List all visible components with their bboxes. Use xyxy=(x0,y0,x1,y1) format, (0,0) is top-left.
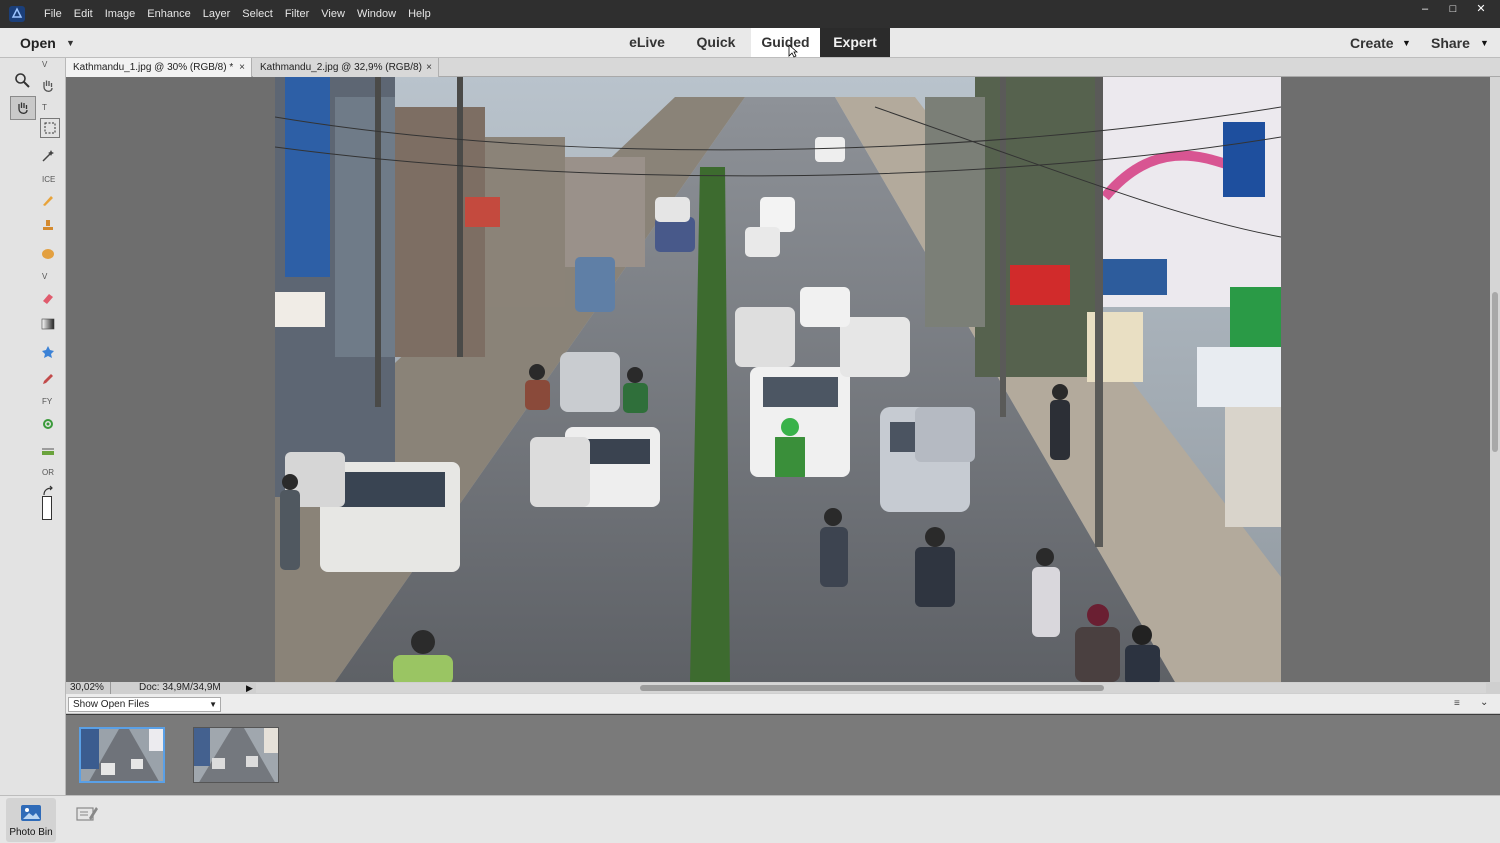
photo-bin-label: Photo Bin xyxy=(9,827,53,838)
magic-wand-tool-icon[interactable] xyxy=(38,146,58,166)
tab-elive[interactable]: eLive xyxy=(620,28,674,57)
section-label-view: V xyxy=(42,60,48,69)
menu-file[interactable]: File xyxy=(38,8,68,20)
document-tab-kathmandu-2[interactable]: Kathmandu_2.jpg @ 32,9% (RGB/8) × xyxy=(253,58,439,77)
recompose-tool-icon[interactable] xyxy=(38,414,58,434)
photo-bin-header: Show Open Files ▼ ≡ ⌄ xyxy=(66,694,1500,714)
marquee-tool-icon[interactable] xyxy=(40,118,60,138)
section-label-modify: FY xyxy=(42,397,53,406)
tool-options-icon[interactable] xyxy=(76,804,98,829)
foreground-color-swatch[interactable] xyxy=(42,496,52,520)
tab-expert[interactable]: Expert xyxy=(820,28,890,57)
brush-tool-icon[interactable] xyxy=(38,190,58,210)
straighten-tool-icon[interactable] xyxy=(38,440,58,460)
clone-stamp-tool-icon[interactable] xyxy=(38,216,58,236)
collapse-chevron-icon[interactable]: ⌄ xyxy=(1480,697,1488,708)
shape-tool-icon[interactable] xyxy=(38,342,58,362)
photo-bin-area xyxy=(66,715,1500,795)
eraser-tool-icon[interactable] xyxy=(38,288,58,308)
horizontal-scroll-thumb[interactable] xyxy=(640,685,1104,691)
document-tab-kathmandu-1[interactable]: Kathmandu_1.jpg @ 30% (RGB/8) * × xyxy=(66,58,252,77)
mouse-cursor-icon xyxy=(788,44,798,58)
photo-bin-source-value: Show Open Files xyxy=(73,699,150,710)
minimize-button[interactable]: – xyxy=(1414,2,1436,16)
close-tab-icon[interactable]: × xyxy=(239,58,245,77)
create-button[interactable]: Create xyxy=(1350,28,1394,58)
window-controls: – □ ✕ xyxy=(1414,2,1492,16)
document-size-readout: Doc: 34,9M/34,9M xyxy=(139,682,221,693)
menu-help[interactable]: Help xyxy=(402,8,437,20)
menu-window[interactable]: Window xyxy=(351,8,402,20)
maximize-button[interactable]: □ xyxy=(1442,2,1464,16)
bottom-panel-bar: Photo Bin xyxy=(0,795,1500,843)
status-menu-arrow-icon[interactable]: ▶ xyxy=(246,682,253,694)
section-label-select: T xyxy=(42,103,47,112)
document-tab-title: Kathmandu_1.jpg @ 30% (RGB/8) * xyxy=(73,62,234,73)
sponge-tool-icon[interactable] xyxy=(38,244,58,264)
vertical-scroll-thumb[interactable] xyxy=(1492,292,1498,452)
hand-tool-icon[interactable] xyxy=(38,76,58,96)
menu-enhance[interactable]: Enhance xyxy=(141,8,196,20)
thumbnail-kathmandu-1[interactable] xyxy=(79,727,165,783)
share-button[interactable]: Share xyxy=(1431,28,1470,58)
tab-guided[interactable]: Guided xyxy=(751,28,820,57)
vertical-scrollbar[interactable] xyxy=(1490,77,1500,682)
tab-quick[interactable]: Quick xyxy=(690,28,742,57)
close-window-button[interactable]: ✕ xyxy=(1470,2,1492,16)
menu-edit[interactable]: Edit xyxy=(68,8,99,20)
thumbnail-kathmandu-2[interactable] xyxy=(193,727,279,783)
photo-bin-button[interactable]: Photo Bin xyxy=(6,798,56,842)
section-label-enhance: ICE xyxy=(42,175,56,184)
pencil-tool-icon[interactable] xyxy=(38,369,58,389)
document-tab-bar: Kathmandu_1.jpg @ 30% (RGB/8) * × Kathma… xyxy=(66,58,1500,77)
street-photo-image[interactable] xyxy=(275,77,1281,682)
section-label-draw: V xyxy=(42,272,48,281)
open-dropdown-arrow-icon[interactable]: ▼ xyxy=(66,28,75,58)
section-label-color: OR xyxy=(42,468,54,477)
photo-bin-icon xyxy=(20,804,42,827)
menu-view[interactable]: View xyxy=(315,8,351,20)
tool-panel: V T ICE V FY OR xyxy=(0,58,66,795)
photo-bin-source-select[interactable]: Show Open Files ▼ xyxy=(68,697,221,712)
menu-layer[interactable]: Layer xyxy=(197,8,237,20)
horizontal-scrollbar[interactable] xyxy=(256,683,1486,693)
menu-select[interactable]: Select xyxy=(236,8,279,20)
mode-bar: Open ▼ eLive Quick Guided Expert Create … xyxy=(0,28,1500,58)
canvas-area[interactable] xyxy=(66,77,1490,682)
status-bar: 30,02% Doc: 34,9M/34,9M ▶ xyxy=(66,682,1500,694)
gradient-tool-icon[interactable] xyxy=(38,314,58,334)
menu-filter[interactable]: Filter xyxy=(279,8,315,20)
zoom-level-readout[interactable]: 30,02% xyxy=(70,682,111,694)
close-tab-icon[interactable]: × xyxy=(426,58,432,77)
open-button[interactable]: Open xyxy=(20,28,56,58)
document-tab-title: Kathmandu_2.jpg @ 32,9% (RGB/8) xyxy=(260,62,422,73)
menu-bar: File Edit Image Enhance Layer Select Fil… xyxy=(0,0,1500,28)
hand-tool-active-icon[interactable] xyxy=(10,96,36,120)
chevron-down-icon: ▼ xyxy=(209,700,217,709)
app-logo-icon[interactable] xyxy=(6,3,28,25)
share-dropdown-arrow-icon[interactable]: ▼ xyxy=(1480,28,1489,58)
bin-options-menu-icon[interactable]: ≡ xyxy=(1454,698,1460,709)
zoom-tool-icon[interactable] xyxy=(12,70,32,90)
create-dropdown-arrow-icon[interactable]: ▼ xyxy=(1402,28,1411,58)
menu-image[interactable]: Image xyxy=(99,8,142,20)
